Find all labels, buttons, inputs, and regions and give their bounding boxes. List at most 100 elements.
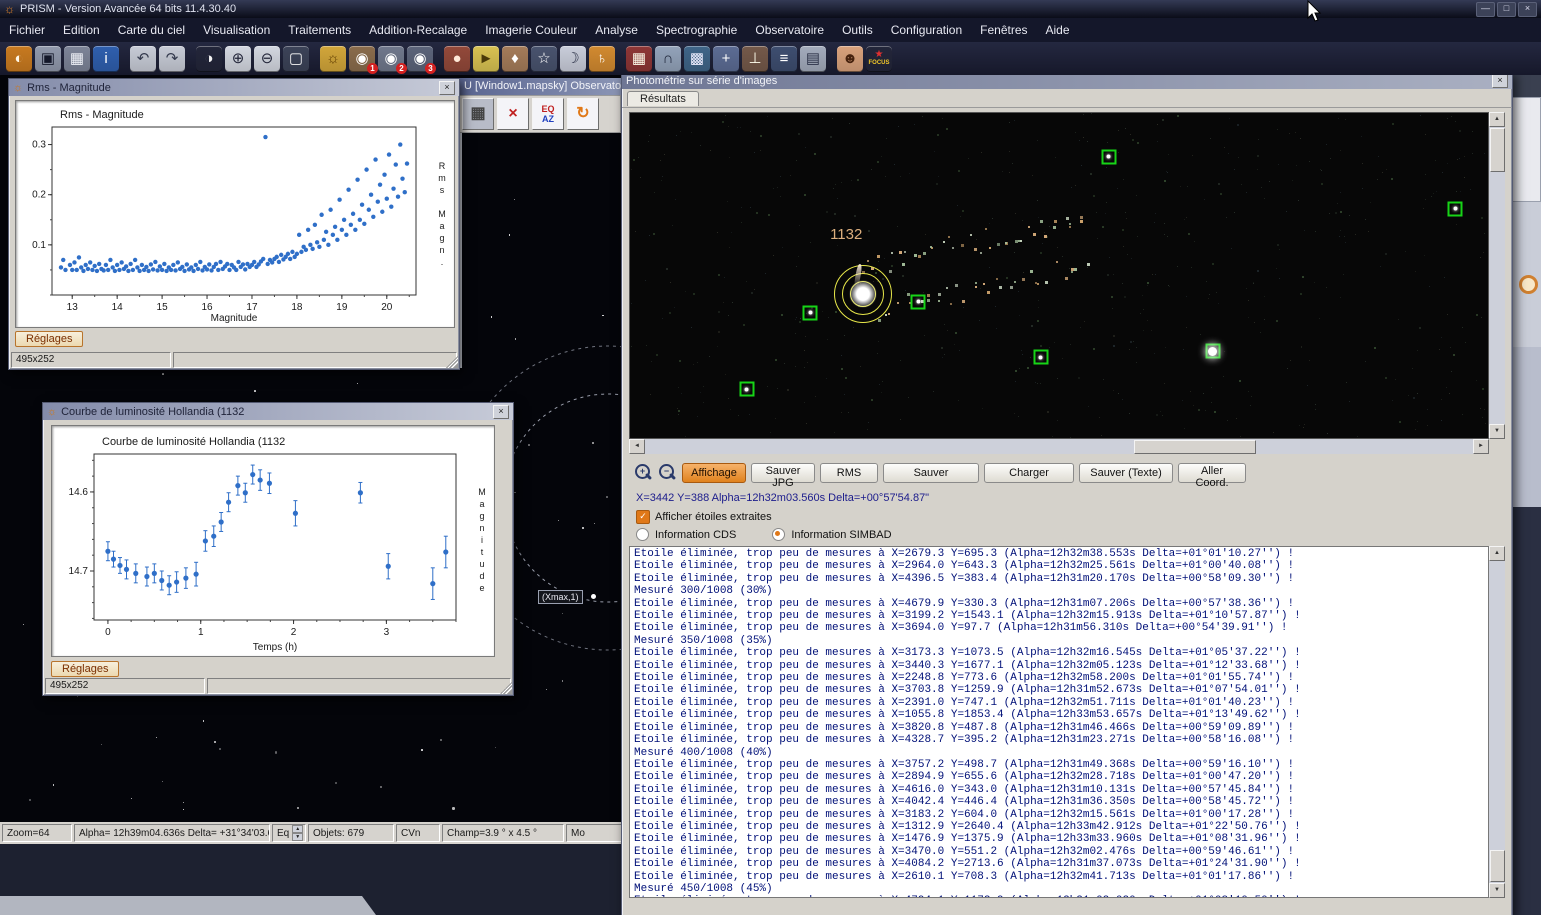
- sky-map-icon[interactable]: ▩: [684, 46, 710, 72]
- negative-icon[interactable]: ◑: [196, 46, 222, 72]
- menu-observatoire[interactable]: Observatoire: [746, 18, 833, 42]
- menu-configuration[interactable]: Configuration: [882, 18, 971, 42]
- save-icon[interactable]: ▣: [35, 46, 61, 72]
- noise-pixel: [1203, 393, 1204, 394]
- minimize-button[interactable]: —: [1476, 2, 1495, 17]
- eq-az-toggle-icon[interactable]: EQAZ: [532, 98, 564, 130]
- toolbox-icon[interactable]: ⊥: [742, 46, 768, 72]
- focus-assistant-icon[interactable]: ★FOCUS: [866, 46, 892, 72]
- reticle-icon[interactable]: ▦: [462, 98, 494, 130]
- flip-vertical-icon[interactable]: ↷: [159, 46, 185, 72]
- maximize-button[interactable]: □: [1497, 2, 1516, 17]
- camera-three-icon[interactable]: ◉3: [407, 46, 433, 72]
- star-marker-box[interactable]: [803, 305, 818, 320]
- photometry-button-sauver[interactable]: Sauver: [883, 463, 979, 483]
- zoom-in-icon[interactable]: +: [634, 463, 652, 483]
- scroll-up-icon[interactable]: ▲: [1489, 546, 1505, 561]
- snapshot-icon[interactable]: ▢: [283, 46, 309, 72]
- measurement-log[interactable]: Etoile éliminée, trop peu de mesures à X…: [629, 546, 1489, 898]
- menu-spectrographie[interactable]: Spectrographie: [647, 18, 746, 42]
- photometry-button-affichage[interactable]: Affichage: [682, 463, 746, 483]
- refresh-icon[interactable]: ↻: [567, 98, 599, 130]
- center-cross-icon[interactable]: ×: [497, 98, 529, 130]
- menu-fen-tres[interactable]: Fenêtres: [971, 18, 1036, 42]
- joystick-icon[interactable]: +: [713, 46, 739, 72]
- sky-chart-window-title[interactable]: U [Window1.mapsky] Observato: [458, 78, 621, 95]
- menu-traitements[interactable]: Traitements: [279, 18, 360, 42]
- show-extracted-stars-checkbox[interactable]: ✓: [636, 510, 650, 524]
- menu-visualisation[interactable]: Visualisation: [194, 18, 279, 42]
- control-panel-icon[interactable]: ≡: [771, 46, 797, 72]
- star-marker-box[interactable]: [739, 382, 754, 397]
- information-cds-radio[interactable]: [636, 528, 649, 541]
- moon-phase-icon[interactable]: ☽: [560, 46, 586, 72]
- zoom-in-icon[interactable]: ⊕: [225, 46, 251, 72]
- app-titlebar[interactable]: ☼ PRISM - Version Avancée 64 bits 11.4.3…: [0, 0, 1541, 18]
- eq-spinner[interactable]: ▲▼: [292, 825, 303, 841]
- ccd-control-icon[interactable]: ▦: [626, 46, 652, 72]
- information-simbad-radio[interactable]: [772, 528, 785, 541]
- image-vertical-scrollbar[interactable]: ▲ ▼: [1489, 112, 1505, 439]
- green-speckle: [1385, 377, 1387, 379]
- dome-icon[interactable]: ∩: [655, 46, 681, 72]
- photometry-button-sauver-texte[interactable]: Sauver (Texte): [1079, 463, 1173, 483]
- flashlight-icon[interactable]: ►: [473, 46, 499, 72]
- menu-carte-du-ciel[interactable]: Carte du ciel: [109, 18, 194, 42]
- menu-aide[interactable]: Aide: [1037, 18, 1079, 42]
- star-marker-box[interactable]: [1205, 344, 1220, 359]
- flip-horizontal-icon[interactable]: ↶: [130, 46, 156, 72]
- spectroscope-icon[interactable]: ♦: [502, 46, 528, 72]
- image-stack-icon[interactable]: ▤: [800, 46, 826, 72]
- scroll-up-icon[interactable]: ▲: [1489, 112, 1505, 127]
- photometry-button-sauver-jpg[interactable]: Sauver JPG: [751, 463, 815, 483]
- noise-pixel: [798, 256, 799, 257]
- image-horizontal-scrollbar[interactable]: ◄ ►: [629, 439, 1489, 454]
- saturn-icon[interactable]: ♄: [589, 46, 615, 72]
- bottom-scroll-strip[interactable]: [0, 896, 621, 915]
- docked-tool-icon[interactable]: [1519, 275, 1538, 294]
- close-button[interactable]: ×: [1518, 2, 1537, 17]
- camera-two-icon[interactable]: ◉2: [378, 46, 404, 72]
- menu-analyse[interactable]: Analyse: [586, 18, 647, 42]
- filter-wheel-icon[interactable]: ●: [444, 46, 470, 72]
- close-icon[interactable]: ×: [1492, 74, 1508, 88]
- menu-fichier[interactable]: Fichier: [0, 18, 54, 42]
- tab-resultats[interactable]: Résultats: [627, 91, 699, 106]
- star-marker-box[interactable]: [1448, 201, 1463, 216]
- log-vertical-scrollbar[interactable]: ▲ ▼: [1489, 546, 1505, 898]
- gear-wheel-icon[interactable]: ☼: [320, 46, 346, 72]
- scroll-right-icon[interactable]: ►: [1473, 439, 1489, 454]
- adjust-levels-icon[interactable]: ◐: [6, 46, 32, 72]
- photometry-image[interactable]: 1132: [629, 112, 1489, 439]
- noise-pixel: [1460, 191, 1461, 192]
- menu-outils[interactable]: Outils: [833, 18, 882, 42]
- resize-grip[interactable]: [446, 356, 458, 368]
- close-icon[interactable]: ×: [439, 81, 455, 95]
- star-marker-box[interactable]: [911, 294, 926, 309]
- photometry-button-aller-coord[interactable]: Aller Coord.: [1178, 463, 1246, 483]
- rms-window-titlebar[interactable]: ☼ Rms - Magnitude ×: [9, 79, 459, 96]
- zoom-out-icon[interactable]: −: [658, 463, 676, 483]
- menu-addition-recalage[interactable]: Addition-Recalage: [360, 18, 476, 42]
- star-marker-box[interactable]: [1101, 149, 1116, 164]
- autoguider-icon[interactable]: ☆: [531, 46, 557, 72]
- scroll-left-icon[interactable]: ◄: [629, 439, 645, 454]
- copy-window-icon[interactable]: ▦: [64, 46, 90, 72]
- user-profile-icon[interactable]: ☻: [837, 46, 863, 72]
- scroll-down-icon[interactable]: ▼: [1489, 424, 1505, 439]
- camera-one-icon[interactable]: ◉1: [349, 46, 375, 72]
- info-icon[interactable]: i: [93, 46, 119, 72]
- zoom-out-icon[interactable]: ⊖: [254, 46, 280, 72]
- menu-imagerie-couleur[interactable]: Imagerie Couleur: [476, 18, 586, 42]
- noise-pixel: [1091, 113, 1092, 114]
- close-icon[interactable]: ×: [493, 405, 509, 419]
- photometry-button-charger[interactable]: Charger: [984, 463, 1074, 483]
- rms-reglages-button[interactable]: Réglages: [15, 331, 83, 347]
- star-marker-box[interactable]: [1033, 350, 1048, 365]
- resize-grip[interactable]: [500, 682, 512, 694]
- photometry-button-rms[interactable]: RMS: [820, 463, 878, 483]
- menu-edition[interactable]: Edition: [54, 18, 109, 42]
- lightcurve-reglages-button[interactable]: Réglages: [51, 661, 119, 677]
- lightcurve-window-titlebar[interactable]: ☼ Courbe de luminosité Hollandia (1132 ×: [43, 403, 513, 420]
- scroll-down-icon[interactable]: ▼: [1489, 883, 1505, 898]
